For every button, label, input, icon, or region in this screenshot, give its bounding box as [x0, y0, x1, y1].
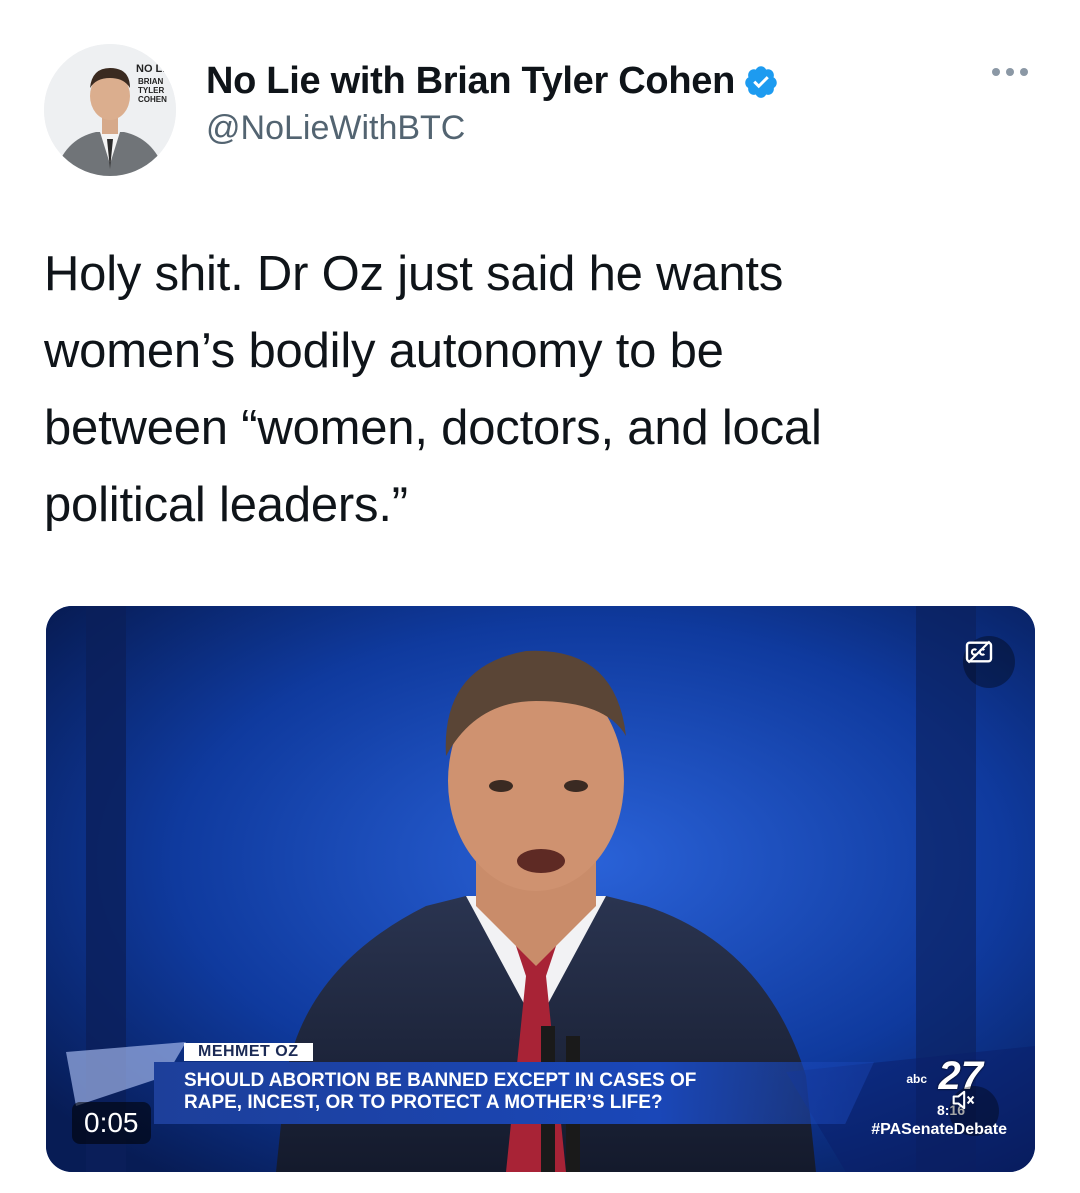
verified-badge-icon	[743, 64, 779, 100]
svg-text:TYLER: TYLER	[138, 86, 164, 95]
broadcast-hashtag: #PASenateDebate	[871, 1121, 1007, 1138]
more-horizontal-icon[interactable]	[992, 68, 1028, 76]
tweet-text-line: Holy shit. Dr Oz just said he wants	[44, 247, 784, 301]
author-display-name[interactable]: No Lie with Brian Tyler Cohen	[206, 60, 735, 103]
svg-text:COHEN: COHEN	[138, 95, 167, 104]
tweet-text-line: between “women, doctors, and local	[44, 401, 822, 455]
avatar[interactable]: NO LIE BRIAN TYLER COHEN	[44, 44, 176, 176]
tweet-text: Holy shit. Dr Oz just said he wants wome…	[44, 236, 1034, 544]
author-handle[interactable]: @NoLieWithBTC	[206, 109, 779, 148]
avatar-image: NO LIE BRIAN TYLER COHEN	[44, 44, 176, 176]
svg-text:NO LIE: NO LIE	[136, 63, 173, 75]
tweet-header: NO LIE BRIAN TYLER COHEN No Lie with Bri…	[44, 44, 1036, 176]
lower-third-question: SHOULD ABORTION BE BANNED EXCEPT IN CASE…	[154, 1062, 874, 1124]
author-display-name-row[interactable]: No Lie with Brian Tyler Cohen	[206, 60, 779, 103]
tweet-text-line: political leaders.”	[44, 478, 408, 532]
author-names: No Lie with Brian Tyler Cohen @NoLieWith…	[206, 60, 779, 148]
video-timer: 0:05	[72, 1102, 151, 1144]
tweet-text-line: women’s bodily autonomy to be	[44, 324, 724, 378]
question-line: SHOULD ABORTION BE BANNED EXCEPT IN CASE…	[184, 1070, 697, 1091]
question-line: RAPE, INCEST, OR TO PROTECT A MOTHER’S L…	[184, 1092, 663, 1113]
station-prefix: abc	[906, 1072, 927, 1086]
svg-text:BRIAN: BRIAN	[138, 77, 164, 86]
video-player[interactable]: MEHMET OZ SHOULD ABORTION BE BANNED EXCE…	[46, 606, 1035, 1172]
lower-third-name: MEHMET OZ	[184, 1043, 313, 1061]
closed-captions-icon[interactable]	[963, 636, 1015, 688]
